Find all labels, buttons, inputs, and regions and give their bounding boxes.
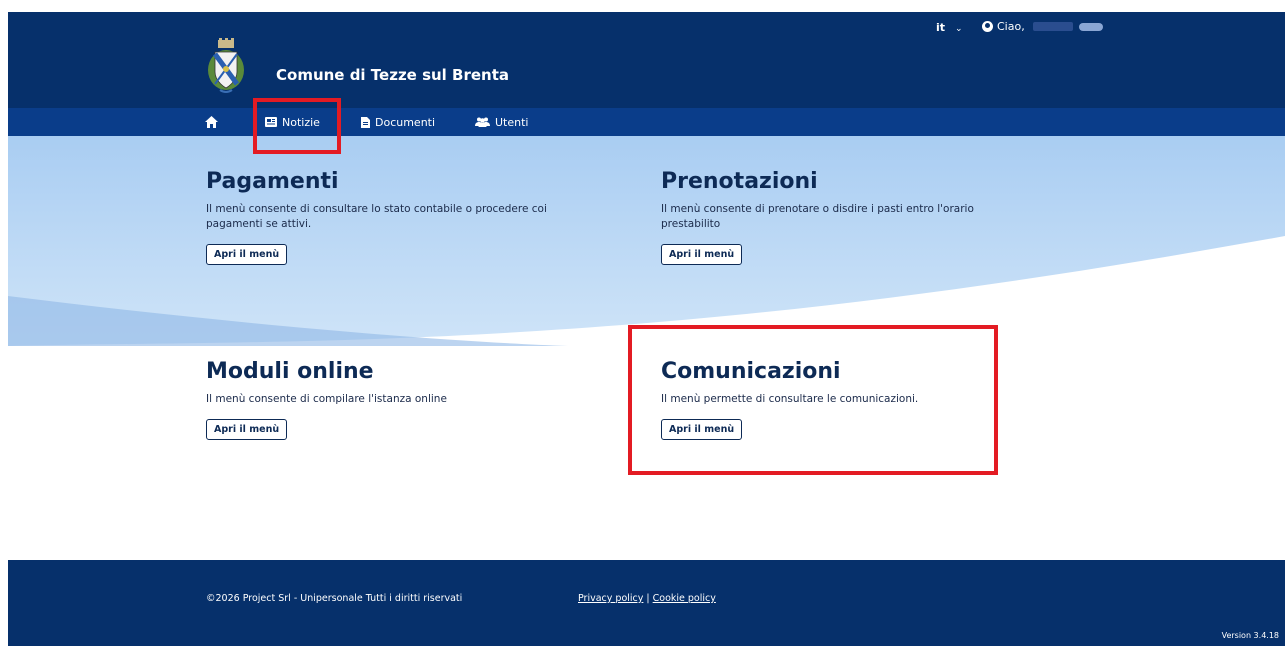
footer-link-separator: | (643, 593, 653, 604)
redacted-username (1032, 22, 1073, 31)
highlight-box-comunicazioni (628, 325, 998, 475)
user-menu[interactable]: Ciao, (982, 20, 1103, 33)
card-title-pagamenti: Pagamenti (206, 169, 339, 194)
card-desc-moduli-online: Il menù consente di compilare l'istanza … (206, 393, 447, 405)
nav-home[interactable] (205, 108, 218, 136)
home-icon (205, 116, 218, 128)
nav-label-utenti: Utenti (495, 115, 529, 129)
user-circle-icon (982, 21, 993, 32)
greeting-text: Ciao, (997, 20, 1025, 33)
site-title[interactable]: Comune di Tezze sul Brenta (276, 66, 509, 84)
top-header: it ⌄ Ciao, Comune di Tezze sul Brenta (8, 12, 1285, 108)
users-icon (475, 117, 490, 127)
card-pagamenti: Pagamenti Il menù consente di consultare… (206, 169, 576, 265)
card-desc-prenotazioni: Il menù consente di prenotare o disdire … (661, 203, 974, 230)
nav-item-documenti[interactable]: Documenti (361, 108, 435, 136)
redacted-badge (1078, 22, 1103, 31)
copyright-text: ©2026 Project Srl - Unipersonale Tutti i… (206, 593, 463, 604)
nav-label-documenti: Documenti (375, 115, 436, 129)
cookie-policy-link[interactable]: Cookie policy (653, 593, 716, 604)
card-title-prenotazioni: Prenotazioni (661, 169, 818, 194)
version-label: Version 3.4.18 (1221, 631, 1279, 640)
privacy-policy-link[interactable]: Privacy policy (578, 593, 643, 604)
card-title-moduli-online: Moduli online (206, 359, 374, 384)
open-menu-button-pagamenti[interactable]: Apri il menù (206, 244, 288, 265)
page-footer: ©2026 Project Srl - Unipersonale Tutti i… (8, 560, 1285, 646)
nav-item-utenti[interactable]: Utenti (475, 108, 528, 136)
hero-wave-background (8, 136, 1285, 346)
municipality-crest-logo[interactable] (206, 38, 246, 96)
footer-links: Privacy policy | Cookie policy (578, 593, 716, 604)
language-selector[interactable]: it ⌄ (936, 21, 963, 34)
card-prenotazioni: Prenotazioni Il menù consente di prenota… (661, 169, 1031, 265)
document-icon (361, 116, 370, 128)
chevron-down-icon: ⌄ (955, 24, 963, 34)
highlight-box-notizie (253, 98, 341, 154)
main-navigation: Notizie Documenti Utenti (8, 108, 1285, 136)
page-frame: it ⌄ Ciao, Comune di Tezze sul Brenta No… (8, 12, 1285, 646)
open-menu-button-moduli-online[interactable]: Apri il menù (206, 419, 288, 440)
language-label: it (936, 21, 946, 34)
card-desc-pagamenti: Il menù consente di consultare lo stato … (206, 203, 547, 230)
open-menu-button-prenotazioni[interactable]: Apri il menù (661, 244, 743, 265)
card-moduli-online: Moduli online Il menù consente di compil… (206, 359, 576, 440)
